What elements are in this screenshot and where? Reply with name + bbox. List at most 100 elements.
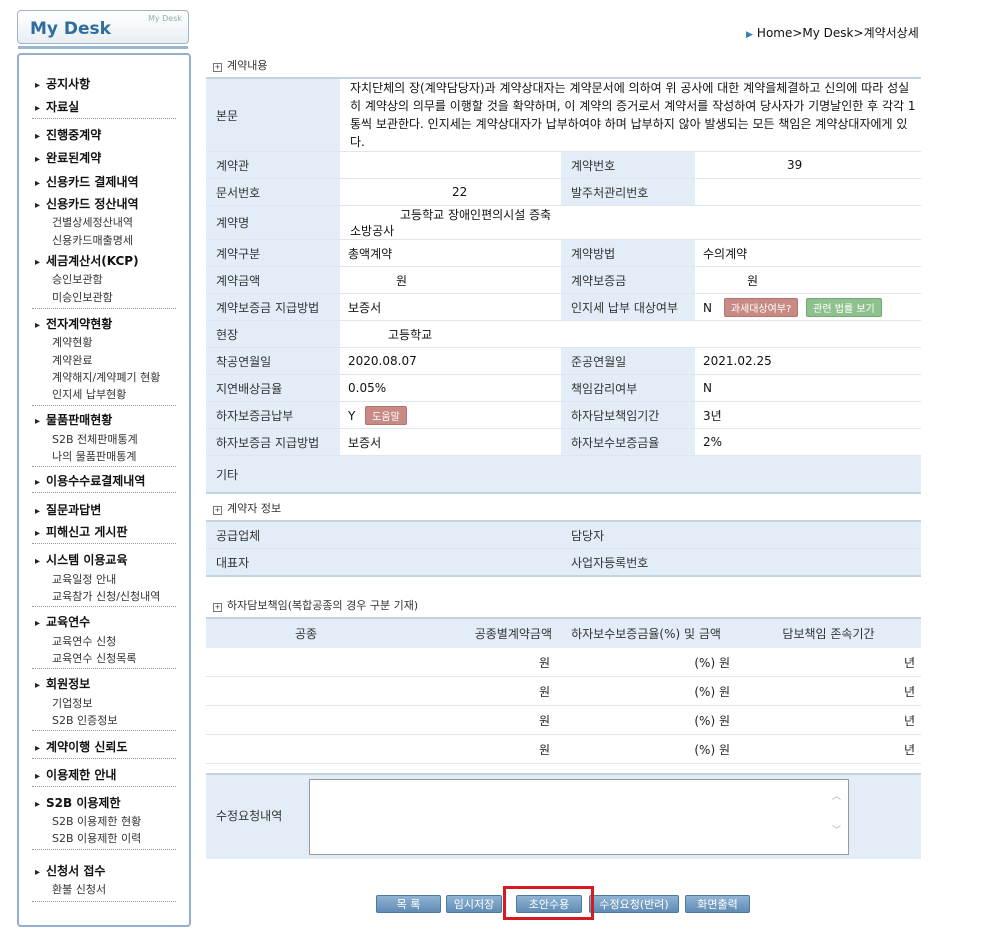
request-revision-button[interactable]: 수정요청(반려) <box>589 895 679 913</box>
sidebar-divider <box>32 758 176 759</box>
table-row: 계약보증금 지급방법 보증서 인지세 납부 대상여부 N 과세대상여부? 관련 … <box>206 293 921 321</box>
temp-save-button[interactable]: 임시저장 <box>446 895 502 913</box>
sidebar-sub-contract-status[interactable]: 계약현황 <box>52 334 92 350</box>
cell-amount: 원 <box>406 648 556 677</box>
plus-box-icon: + <box>213 603 222 612</box>
field-label: 문서번호 <box>206 178 340 206</box>
sidebar-sub-edu-schedule[interactable]: 교육일정 안내 <box>52 571 116 587</box>
sidebar-item-damage-report[interactable]: 피해신고 게시판 <box>35 523 127 540</box>
sidebar-item-application[interactable]: 신청서 접수 <box>35 862 105 879</box>
sidebar-sub-s2b-sales[interactable]: S2B 전체판매통계 <box>52 431 138 447</box>
field-value: 2% <box>695 428 921 456</box>
contract-section-title: + 계약내용 <box>213 59 268 72</box>
field-label: 인지세 납부 대상여부 <box>561 293 695 321</box>
sidebar-item-archive[interactable]: 자료실 <box>35 98 79 115</box>
sidebar-item-reliability[interactable]: 계약이행 신뢰도 <box>35 738 127 755</box>
field-value: 보증서 <box>340 293 561 321</box>
sidebar-sub-contract-done[interactable]: 계약완료 <box>52 352 92 368</box>
field-label: 계약관 <box>206 151 340 179</box>
warranty-table: 공종 공종별계약금액 하자보수보증금율(%) 및 금액 담보책임 존속기간 원 … <box>206 617 921 764</box>
tax-target-button[interactable]: 과세대상여부? <box>723 297 799 317</box>
sidebar-item-tax-invoice[interactable]: 세금계산서(KCP) <box>35 252 139 269</box>
field-value <box>695 522 921 549</box>
mydesk-underline <box>18 46 188 49</box>
modification-request-input[interactable] <box>309 779 849 855</box>
field-value: 원 <box>695 266 921 294</box>
list-button[interactable]: 목 록 <box>376 895 441 913</box>
sidebar-sub-card-sales[interactable]: 신용카드매출명세 <box>52 232 133 248</box>
sidebar-sub-contract-cancel[interactable]: 계약해지/계약폐기 현황 <box>52 369 160 385</box>
textarea-scrollbar[interactable]: ︿ ﹀ <box>832 781 846 853</box>
sidebar-divider <box>32 730 176 731</box>
field-label: 준공연월일 <box>561 347 695 375</box>
sidebar-sub-refund[interactable]: 환불 신청서 <box>52 881 106 897</box>
sidebar-sub-s2b-cert[interactable]: S2B 인증정보 <box>52 712 118 728</box>
cell-period: 년 <box>736 676 921 706</box>
field-label: 사업자등록번호 <box>561 548 695 577</box>
field-value: 원 <box>340 266 561 294</box>
table-row: 계약관 계약번호 39 <box>206 151 921 179</box>
field-value <box>695 178 921 206</box>
field-label: 하자보증금납부 <box>206 401 340 429</box>
field-value: Y 도움말 <box>340 401 561 429</box>
sidebar-item-training[interactable]: 교육연수 <box>35 613 90 630</box>
sidebar-item-card-settlement[interactable]: 신용카드 정산내역 <box>35 195 139 212</box>
scroll-up-icon[interactable]: ︿ <box>832 789 841 802</box>
sidebar-menu: 공지사항 자료실 진행중계약 완료된계약 신용카드 결제내역 신용카드 정산내역… <box>17 53 191 927</box>
field-label: 담당자 <box>561 522 695 549</box>
sidebar-item-notice[interactable]: 공지사항 <box>35 75 90 92</box>
sidebar-item-card-payments[interactable]: 신용카드 결제내역 <box>35 173 139 190</box>
cell-period: 년 <box>736 705 921 735</box>
sidebar-sub-edu-apply[interactable]: 교육참가 신청/신청내역 <box>52 588 160 604</box>
sidebar-sub-limit-history[interactable]: S2B 이용제한 이력 <box>52 830 141 846</box>
field-label: 대표자 <box>206 548 340 577</box>
field-label: 계약명 <box>206 205 340 240</box>
law-view-button[interactable]: 관련 법률 보기 <box>806 297 882 317</box>
sidebar-sub-my-sales[interactable]: 나의 물품판매통계 <box>52 448 136 464</box>
cell-amount: 원 <box>406 705 556 735</box>
body-label: 본문 <box>206 79 340 152</box>
sidebar-item-usage-limit-info[interactable]: 이용제한 안내 <box>35 766 116 783</box>
sidebar-item-member-info[interactable]: 회원정보 <box>35 675 90 692</box>
sidebar-sub-training-apply[interactable]: 교육연수 신청 <box>52 633 116 649</box>
table-row: 대표자 사업자등록번호 <box>206 548 921 577</box>
table-row: 원 (%) 원 년 <box>206 734 921 764</box>
sidebar-sub-unapproved[interactable]: 미승인보관함 <box>52 289 113 305</box>
sidebar-item-completed-contracts[interactable]: 완료된계약 <box>35 149 101 166</box>
sidebar-item-ongoing-contracts[interactable]: 진행중계약 <box>35 126 101 143</box>
sidebar-divider <box>32 492 176 493</box>
sidebar-item-sales-status[interactable]: 물품판매현황 <box>35 411 112 428</box>
sidebar-divider <box>32 668 176 669</box>
sidebar-sub-training-list[interactable]: 교육연수 신청목록 <box>52 650 136 666</box>
print-screen-button[interactable]: 화면출력 <box>685 895 750 913</box>
sidebar-sub-stamp-tax[interactable]: 인지세 납부현황 <box>52 386 126 402</box>
field-label <box>561 320 695 348</box>
sidebar-item-fee-payments[interactable]: 이용수수료결제내역 <box>35 472 145 489</box>
field-label: 계약방법 <box>561 239 695 267</box>
contractor-table: 공급업체 담당자 대표자 사업자등록번호 <box>206 522 921 577</box>
field-label: 책임감리여부 <box>561 374 695 402</box>
field-label: 지연배상금율 <box>206 374 340 402</box>
field-value: N 과세대상여부? 관련 법률 보기 <box>695 293 921 321</box>
sidebar-sub-approved[interactable]: 승인보관함 <box>52 271 103 287</box>
breadcrumb-text[interactable]: Home>My Desk>계약서상세 <box>757 26 919 40</box>
sidebar-divider <box>32 466 176 467</box>
cell-rate: (%) 원 <box>556 648 736 677</box>
field-label: 하자보수보증금율 <box>561 428 695 456</box>
sidebar-divider <box>32 606 176 607</box>
table-row: 원 (%) 원 년 <box>206 705 921 735</box>
sidebar-sub-settlement-detail[interactable]: 건별상세정산내역 <box>52 214 133 230</box>
sidebar-item-system-education[interactable]: 시스템 이용교육 <box>35 551 127 568</box>
sidebar-sub-company-info[interactable]: 기업정보 <box>52 695 92 711</box>
sidebar-item-s2b-limit[interactable]: S2B 이용제한 <box>35 794 120 811</box>
sidebar-divider <box>32 118 176 119</box>
sidebar-sub-limit-status[interactable]: S2B 이용제한 현황 <box>52 813 141 829</box>
sidebar-item-qna[interactable]: 질문과답변 <box>35 501 101 518</box>
field-label: 계약보증금 지급방법 <box>206 293 340 321</box>
sidebar-item-e-contract-status[interactable]: 전자계약현황 <box>35 315 112 332</box>
table-header-row: 공종 공종별계약금액 하자보수보증금율(%) 및 금액 담보책임 존속기간 <box>206 617 921 648</box>
help-button[interactable]: 도움말 <box>365 405 407 425</box>
scroll-down-icon[interactable]: ﹀ <box>832 823 841 836</box>
field-value: 22 <box>340 178 561 206</box>
table-row: 하자보증금 지급방법 보증서 하자보수보증금율 2% <box>206 428 921 456</box>
